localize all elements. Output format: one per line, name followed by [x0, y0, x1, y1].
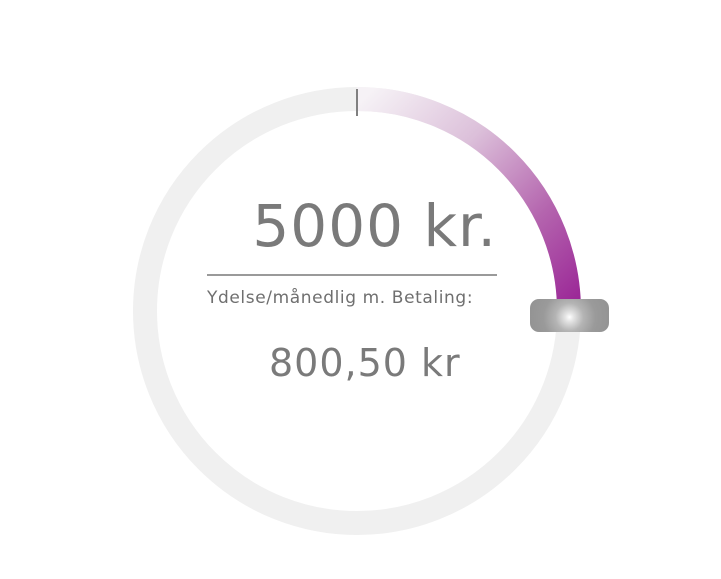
slider-handle[interactable] [530, 299, 609, 332]
monthly-payment-value: 800,50 kr [269, 341, 461, 385]
loan-amount: 5000 kr. [252, 192, 497, 260]
divider [207, 274, 497, 276]
monthly-payment-label: Ydelse/månedlig m. Betaling: [207, 288, 474, 308]
